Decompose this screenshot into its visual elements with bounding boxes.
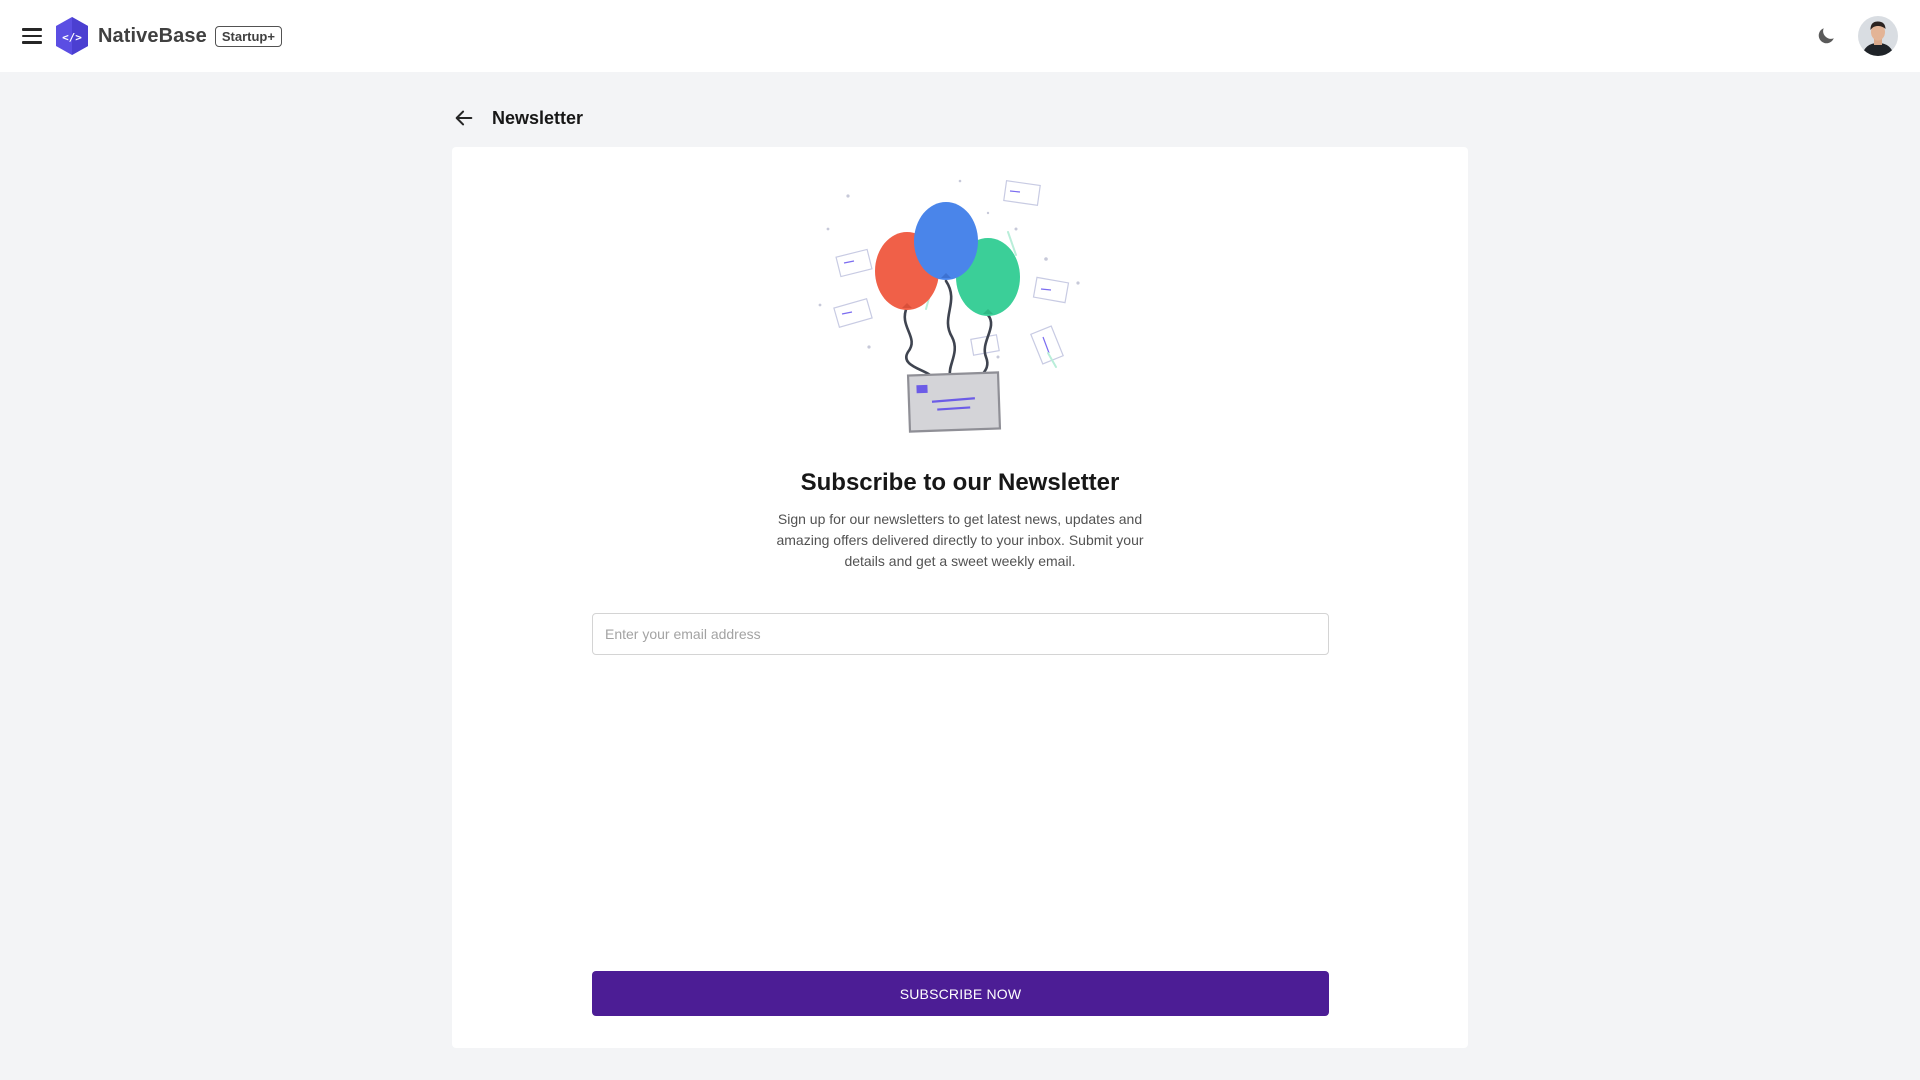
top-navigation-bar: </> NativeBase Startup+ (0, 0, 1920, 72)
balloons-envelope-illustration (818, 179, 1080, 433)
email-field[interactable] (592, 613, 1329, 655)
plan-badge: Startup+ (214, 25, 282, 47)
hamburger-menu-icon[interactable] (22, 25, 44, 47)
avatar[interactable] (1858, 16, 1898, 56)
nativebase-logo-icon[interactable]: </> (54, 16, 90, 56)
svg-text:</>: </> (62, 31, 82, 44)
newsletter-card: Subscribe to our Newsletter Sign up for … (452, 147, 1468, 1048)
arrow-left-icon[interactable] (452, 106, 476, 130)
subscribe-button[interactable]: SUBSCRIBE NOW (592, 971, 1329, 1016)
newsletter-description: Sign up for our newsletters to get lates… (776, 511, 1144, 569)
moon-icon[interactable] (1806, 16, 1846, 56)
newsletter-heading: Subscribe to our Newsletter (800, 469, 1120, 496)
brand-area: </> NativeBase Startup+ (22, 16, 282, 56)
brand-name[interactable]: NativeBase (98, 25, 207, 48)
page-header: Newsletter (452, 104, 583, 132)
page-title: Newsletter (492, 107, 584, 128)
header-tools (1806, 16, 1898, 56)
